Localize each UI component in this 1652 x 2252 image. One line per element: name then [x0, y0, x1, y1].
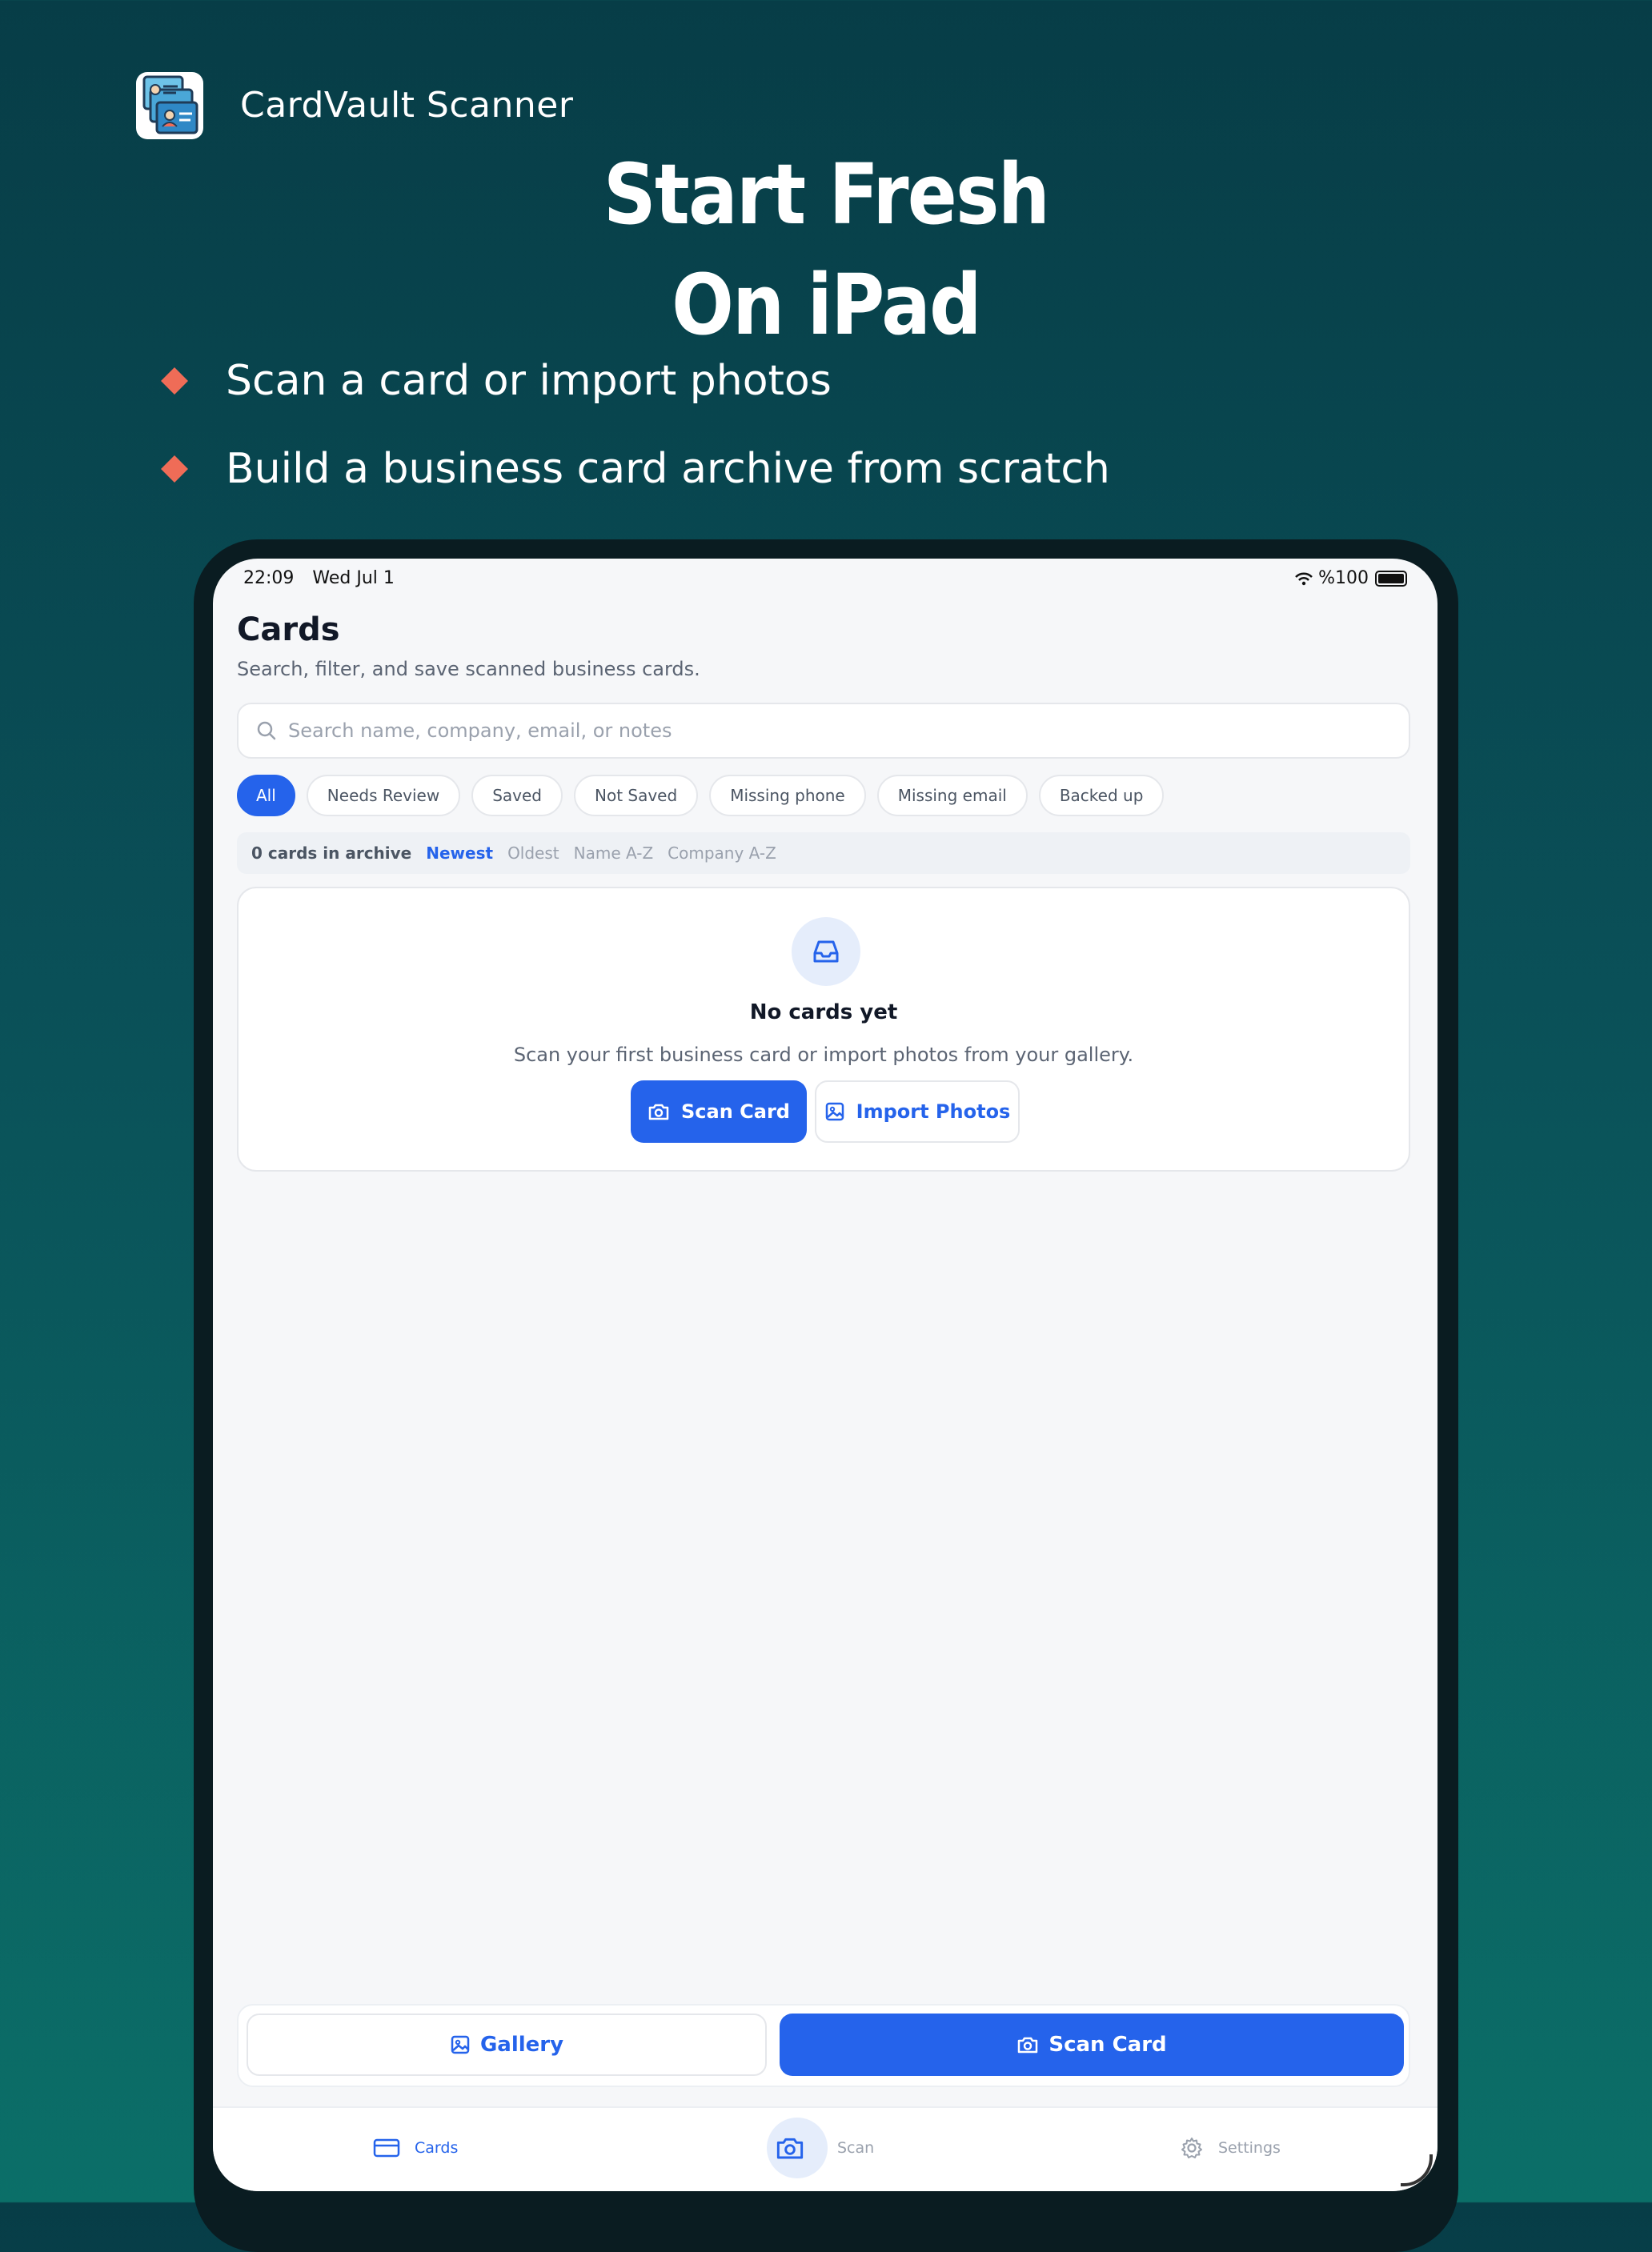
tab-scan-label: Scan	[837, 2139, 875, 2157]
archive-count: 0 cards in archive	[251, 843, 412, 863]
diamond-icon	[161, 455, 188, 483]
inbox-icon	[813, 940, 839, 963]
empty-state-title: No cards yet	[749, 1000, 898, 1024]
filter-chip-saved[interactable]: Saved	[471, 775, 563, 816]
camera-icon	[776, 2138, 804, 2159]
app-name: CardVault Scanner	[240, 85, 574, 126]
camera-icon	[648, 1104, 669, 1120]
feature-bullet-text: Scan a card or import photos	[226, 357, 832, 405]
page-subtitle: Search, filter, and save scanned busines…	[237, 658, 700, 680]
battery-icon	[1375, 570, 1407, 587]
status-date: Wed Jul 1	[312, 568, 395, 588]
image-icon	[825, 1102, 844, 1121]
filter-chip-missing-phone[interactable]: Missing phone	[709, 775, 866, 816]
ipad-screen: 22:09 Wed Jul 1 %100 Cards Search, filte…	[213, 559, 1437, 2191]
tab-settings[interactable]: Settings	[1180, 2108, 1281, 2188]
sort-company-az[interactable]: Company A-Z	[668, 843, 776, 863]
status-time: 22:09	[243, 568, 295, 588]
tab-settings-label: Settings	[1218, 2139, 1281, 2157]
filter-chips: All Needs Review Saved Not Saved Missing…	[237, 775, 1175, 816]
wifi-icon	[1295, 572, 1313, 585]
filter-chip-needs-review[interactable]: Needs Review	[306, 775, 461, 816]
import-photos-button[interactable]: Import Photos	[815, 1080, 1020, 1143]
search-input[interactable]: Search name, company, email, or notes	[237, 703, 1410, 759]
scan-card-wide-button[interactable]: Scan Card	[780, 2014, 1404, 2076]
camera-icon	[1018, 2037, 1038, 2054]
feature-bullet: Build a business card archive from scrat…	[161, 445, 1110, 493]
headline-line-2: On iPad	[672, 256, 982, 354]
inbox-icon-badge	[792, 917, 860, 986]
image-icon	[451, 2035, 470, 2054]
scan-card-button[interactable]: Scan Card	[631, 1080, 807, 1143]
scan-tab-badge	[767, 2118, 828, 2178]
tab-bar: Cards Scan Settings	[213, 2106, 1437, 2191]
sort-bar: 0 cards in archive Newest Oldest Name A-…	[237, 832, 1410, 874]
page-title: Cards	[237, 611, 340, 648]
sort-name-az[interactable]: Name A-Z	[574, 843, 654, 863]
tab-cards-label: Cards	[415, 2139, 459, 2157]
app-logo	[136, 72, 203, 139]
sort-newest[interactable]: Newest	[426, 843, 493, 863]
import-photos-label: Import Photos	[856, 1100, 1011, 1123]
scan-card-wide-label: Scan Card	[1049, 2033, 1167, 2057]
search-icon	[257, 721, 276, 740]
card-icon	[373, 2138, 400, 2158]
tab-scan[interactable]: Scan	[767, 2108, 874, 2188]
empty-state-card: No cards yet Scan your first business ca…	[237, 887, 1410, 1172]
gallery-label: Gallery	[479, 2033, 564, 2057]
corner-indicator	[1401, 2154, 1433, 2186]
bottom-action-bar: Gallery Scan Card	[237, 2004, 1410, 2087]
filter-chip-backed-up[interactable]: Backed up	[1038, 775, 1165, 816]
status-bar-left: 22:09 Wed Jul 1	[243, 568, 395, 588]
feature-bullet: Scan a card or import photos	[161, 357, 832, 405]
filter-chip-not-saved[interactable]: Not Saved	[574, 775, 699, 816]
filter-chip-missing-email[interactable]: Missing email	[876, 775, 1028, 816]
gallery-button[interactable]: Gallery	[247, 2014, 767, 2076]
diamond-icon	[161, 367, 188, 395]
headline-line-1: Start Fresh	[603, 146, 1050, 243]
filter-chip-all[interactable]: All	[237, 775, 295, 816]
status-bar-right: %100	[1294, 568, 1407, 588]
sort-oldest[interactable]: Oldest	[507, 843, 559, 863]
scan-card-label: Scan Card	[681, 1100, 790, 1123]
search-placeholder: Search name, company, email, or notes	[288, 719, 672, 742]
battery-percent: %100	[1318, 568, 1369, 588]
feature-bullet-text: Build a business card archive from scrat…	[226, 445, 1110, 493]
tab-cards[interactable]: Cards	[373, 2108, 458, 2188]
gear-icon	[1181, 2138, 1202, 2158]
empty-state-text: Scan your first business card or import …	[513, 1044, 1134, 1066]
